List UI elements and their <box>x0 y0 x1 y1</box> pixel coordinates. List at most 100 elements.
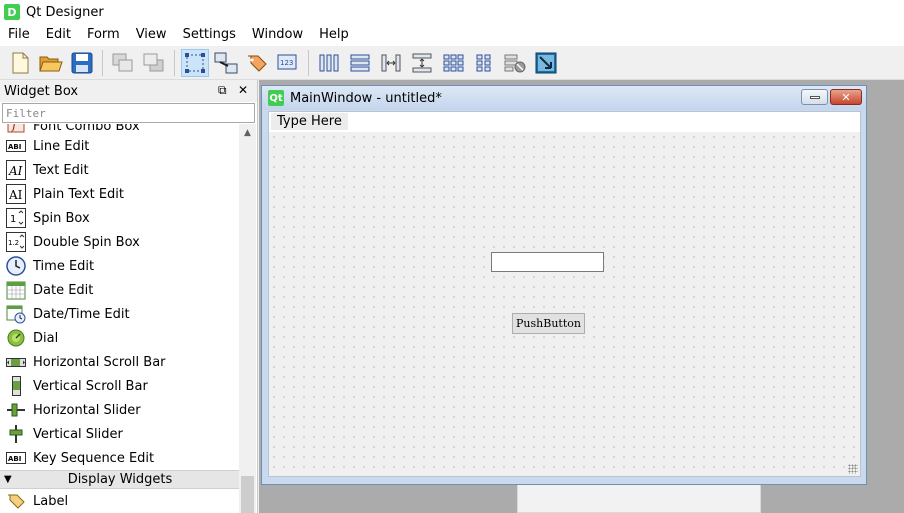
menu-bar: File Edit Form View Settings Window Help <box>0 24 904 46</box>
resize-grip-icon[interactable] <box>848 464 858 474</box>
float-panel-icon[interactable]: ⧉ <box>218 83 227 98</box>
category-display-widgets[interactable]: ▼ Display Widgets <box>0 470 240 489</box>
form-menu-bar: Type Here <box>269 112 860 132</box>
widget-item-date-time-edit[interactable]: Date/Time Edit <box>0 302 240 326</box>
widget-item-font-combo-box[interactable]: f Font Combo Box <box>0 124 240 134</box>
widget-item-horizontal-slider[interactable]: Horizontal Slider <box>0 398 240 422</box>
main-toolbar: 123 <box>0 46 904 80</box>
widget-box-header: Widget Box ⧉ ✕ <box>0 80 257 102</box>
dial-icon <box>5 328 27 348</box>
widget-item-label: Label <box>33 493 69 509</box>
save-icon[interactable] <box>68 49 96 77</box>
widget-item-vertical-slider[interactable]: Vertical Slider <box>0 422 240 446</box>
adjust-size-icon[interactable] <box>532 49 560 77</box>
svg-text:AI: AI <box>8 164 23 178</box>
close-panel-icon[interactable]: ✕ <box>238 83 248 97</box>
break-layout-icon[interactable] <box>501 49 529 77</box>
widget-item-plain-text-edit[interactable]: AI Plain Text Edit <box>0 182 240 206</box>
layout-vertical-icon[interactable] <box>346 49 374 77</box>
subwindow-title-bar[interactable]: Qt MainWindow - untitled* <box>262 86 866 110</box>
widget-filter-input[interactable]: Filter <box>2 103 255 123</box>
title-bar: D Qt Designer <box>0 0 904 24</box>
qt-designer-icon: D <box>4 4 20 20</box>
layout-grid-icon[interactable] <box>439 49 467 77</box>
line-edit-icon: ABI <box>5 136 27 156</box>
widget-item-label: Key Sequence Edit <box>33 450 155 466</box>
open-folder-icon[interactable] <box>37 49 65 77</box>
toolbar-separator <box>102 49 103 76</box>
main-window-subwindow[interactable]: Qt MainWindow - untitled* ✕ Type Here Pu… <box>261 85 867 485</box>
date-time-edit-icon <box>5 304 27 324</box>
widget-item-label: Spin Box <box>33 210 90 226</box>
date-edit-icon <box>5 280 27 300</box>
layout-form-icon[interactable] <box>470 49 498 77</box>
widget-item-double-spin-box[interactable]: 1.2 Double Spin Box <box>0 230 240 254</box>
widget-item-date-edit[interactable]: Date Edit <box>0 278 240 302</box>
widget-item-label: Plain Text Edit <box>33 186 124 202</box>
widget-item-dial[interactable]: Dial <box>0 326 240 350</box>
double-spin-box-icon: 1.2 <box>5 232 27 252</box>
widget-item-key-sequence-edit[interactable]: ABI Key Sequence Edit <box>0 446 240 470</box>
horizontal-slider-icon <box>5 400 27 420</box>
qt-designer-app: D Qt Designer File Edit Form View Settin… <box>0 0 904 513</box>
font-combo-box-icon: f <box>5 124 27 134</box>
svg-text:1: 1 <box>10 214 16 225</box>
svg-text:ABI: ABI <box>8 455 21 463</box>
horizontal-scroll-bar-icon <box>5 352 27 372</box>
widget-item-vertical-scroll-bar[interactable]: Vertical Scroll Bar <box>0 374 240 398</box>
form-line-edit[interactable] <box>491 252 604 272</box>
category-label: Display Widgets <box>67 472 173 487</box>
layout-horizontal-icon[interactable] <box>315 49 343 77</box>
qt-icon: Qt <box>268 90 284 106</box>
widget-list-scrollbar[interactable]: ▲ <box>239 124 256 513</box>
widget-item-line-edit[interactable]: ABI Line Edit <box>0 134 240 158</box>
svg-text:1.2: 1.2 <box>8 239 19 247</box>
widget-item-label: Date/Time Edit <box>33 306 130 322</box>
edit-buddies-icon[interactable] <box>243 49 271 77</box>
edit-signals-slots-icon[interactable] <box>212 49 240 77</box>
form-push-button[interactable]: PushButton <box>512 313 585 334</box>
widget-item-text-edit[interactable]: AI Text Edit <box>0 158 240 182</box>
widget-item-label: Font Combo Box <box>33 124 140 134</box>
menu-window[interactable]: Window <box>244 24 311 46</box>
vertical-scroll-bar-icon <box>5 376 27 396</box>
minimize-icon <box>809 95 820 99</box>
toolbar-separator <box>308 49 309 76</box>
widget-item-label: Horizontal Slider <box>33 402 141 418</box>
time-edit-icon <box>5 256 27 276</box>
svg-text:123: 123 <box>280 59 293 67</box>
bring-to-front-icon[interactable] <box>140 49 168 77</box>
widget-item-label: Time Edit <box>33 258 95 274</box>
widget-box-title: Widget Box <box>4 83 79 99</box>
type-here-menu[interactable]: Type Here <box>271 113 348 130</box>
edit-widgets-icon[interactable] <box>181 48 209 77</box>
widget-item-label: Text Edit <box>33 162 89 178</box>
close-button[interactable]: ✕ <box>830 89 862 105</box>
spin-box-icon: 1 <box>5 208 27 228</box>
widget-item-horizontal-scroll-bar[interactable]: Horizontal Scroll Bar <box>0 350 240 374</box>
plain-text-edit-icon: AI <box>5 184 27 204</box>
layout-horizontal-splitter-icon[interactable] <box>377 49 405 77</box>
label-icon <box>5 491 27 511</box>
scrollbar-thumb[interactable] <box>241 476 254 513</box>
menu-form[interactable]: Form <box>79 24 128 46</box>
menu-file[interactable]: File <box>0 24 38 46</box>
form-canvas[interactable]: Type Here PushButton <box>268 111 861 477</box>
menu-help[interactable]: Help <box>311 24 357 46</box>
edit-tab-order-icon[interactable]: 123 <box>274 49 302 77</box>
widget-item-label: Vertical Slider <box>33 426 123 442</box>
widget-item-label: Double Spin Box <box>33 234 140 250</box>
menu-view[interactable]: View <box>128 24 175 46</box>
send-to-back-icon[interactable] <box>109 49 137 77</box>
widget-item-spin-box[interactable]: 1 Spin Box <box>0 206 240 230</box>
menu-edit[interactable]: Edit <box>38 24 79 46</box>
key-sequence-edit-icon: ABI <box>5 448 27 468</box>
new-file-icon[interactable] <box>6 49 34 77</box>
layout-vertical-splitter-icon[interactable] <box>408 49 436 77</box>
window-title: Qt Designer <box>26 4 104 20</box>
widget-item-time-edit[interactable]: Time Edit <box>0 254 240 278</box>
minimize-button[interactable] <box>801 89 828 105</box>
scroll-up-icon[interactable]: ▲ <box>239 124 256 141</box>
widget-item-label-widget[interactable]: Label <box>0 489 240 513</box>
menu-settings[interactable]: Settings <box>175 24 244 46</box>
